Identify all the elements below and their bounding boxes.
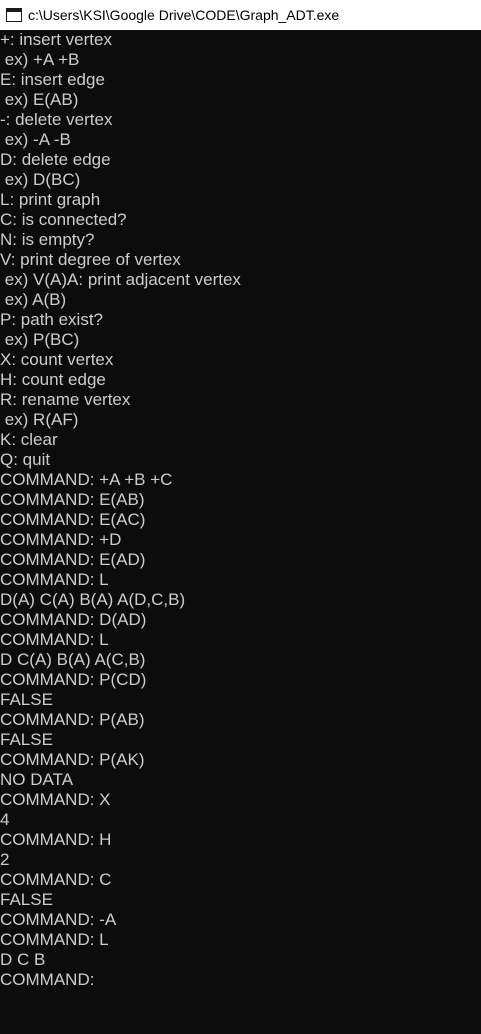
console-line: FALSE: [0, 730, 53, 749]
console-output[interactable]: +: insert vertex ex) +A +B E: insert edg…: [0, 30, 481, 1034]
console-line: V: print degree of vertex: [0, 250, 181, 269]
console-line: ex) V(A)A: print adjacent vertex: [0, 270, 241, 289]
console-line: Q: quit: [0, 450, 51, 469]
console-line: 4: [0, 810, 10, 829]
console-line: COMMAND: +A +B +C: [0, 470, 173, 489]
console-line: COMMAND: L: [0, 630, 109, 649]
console-line: ex) R(AF): [0, 410, 79, 429]
console-line: FALSE: [0, 690, 53, 709]
console-line: H: count edge: [0, 370, 106, 389]
console-line: ex) P(BC): [0, 330, 80, 349]
console-line: FALSE: [0, 890, 53, 909]
console-line: COMMAND: X: [0, 790, 111, 809]
console-line: C: is connected?: [0, 210, 127, 229]
title-bar[interactable]: c:\Users\KSI\Google Drive\CODE\Graph_ADT…: [0, 0, 481, 30]
console-line: COMMAND: +D: [0, 530, 122, 549]
console-line: COMMAND: E(AD): [0, 550, 146, 569]
console-line: COMMAND: L: [0, 930, 109, 949]
console-line: X: count vertex: [0, 350, 114, 369]
console-line: R: rename vertex: [0, 390, 131, 409]
console-line: ex) -A -B: [0, 130, 71, 149]
console-line: E: insert edge: [0, 70, 105, 89]
console-line: COMMAND: P(CD): [0, 670, 147, 689]
console-line: COMMAND: D(AD): [0, 610, 147, 629]
console-line: K: clear: [0, 430, 58, 449]
console-line: COMMAND: H: [0, 830, 112, 849]
console-line: ex) D(BC): [0, 170, 81, 189]
console-line: COMMAND: L: [0, 570, 109, 589]
console-line: N: is empty?: [0, 230, 95, 249]
console-line: -: delete vertex: [0, 110, 113, 129]
console-line: ex) A(B): [0, 290, 67, 309]
console-line: ex) E(AB): [0, 90, 79, 109]
console-line: COMMAND: E(AB): [0, 490, 145, 509]
console-line: COMMAND: -A: [0, 910, 117, 929]
console-line: D(A) C(A) B(A) A(D,C,B): [0, 590, 186, 609]
console-line: D C(A) B(A) A(C,B): [0, 650, 146, 669]
console-line: COMMAND: C: [0, 870, 112, 889]
console-line: +: insert vertex: [0, 30, 112, 49]
console-line: COMMAND: P(AK): [0, 750, 145, 769]
console-app-icon: [6, 8, 22, 22]
console-line: NO DATA: [0, 770, 74, 789]
console-window: c:\Users\KSI\Google Drive\CODE\Graph_ADT…: [0, 0, 481, 1034]
console-line: D: delete edge: [0, 150, 111, 169]
console-line: D C B: [0, 950, 46, 969]
console-line: COMMAND: P(AB): [0, 710, 145, 729]
console-line: P: path exist?: [0, 310, 104, 329]
command-prompt-line[interactable]: COMMAND:: [0, 970, 481, 990]
console-line: COMMAND: E(AC): [0, 510, 146, 529]
console-line: L: print graph: [0, 190, 101, 209]
console-line: ex) +A +B: [0, 50, 80, 69]
console-line: 2: [0, 850, 10, 869]
window-title: c:\Users\KSI\Google Drive\CODE\Graph_ADT…: [28, 7, 340, 23]
